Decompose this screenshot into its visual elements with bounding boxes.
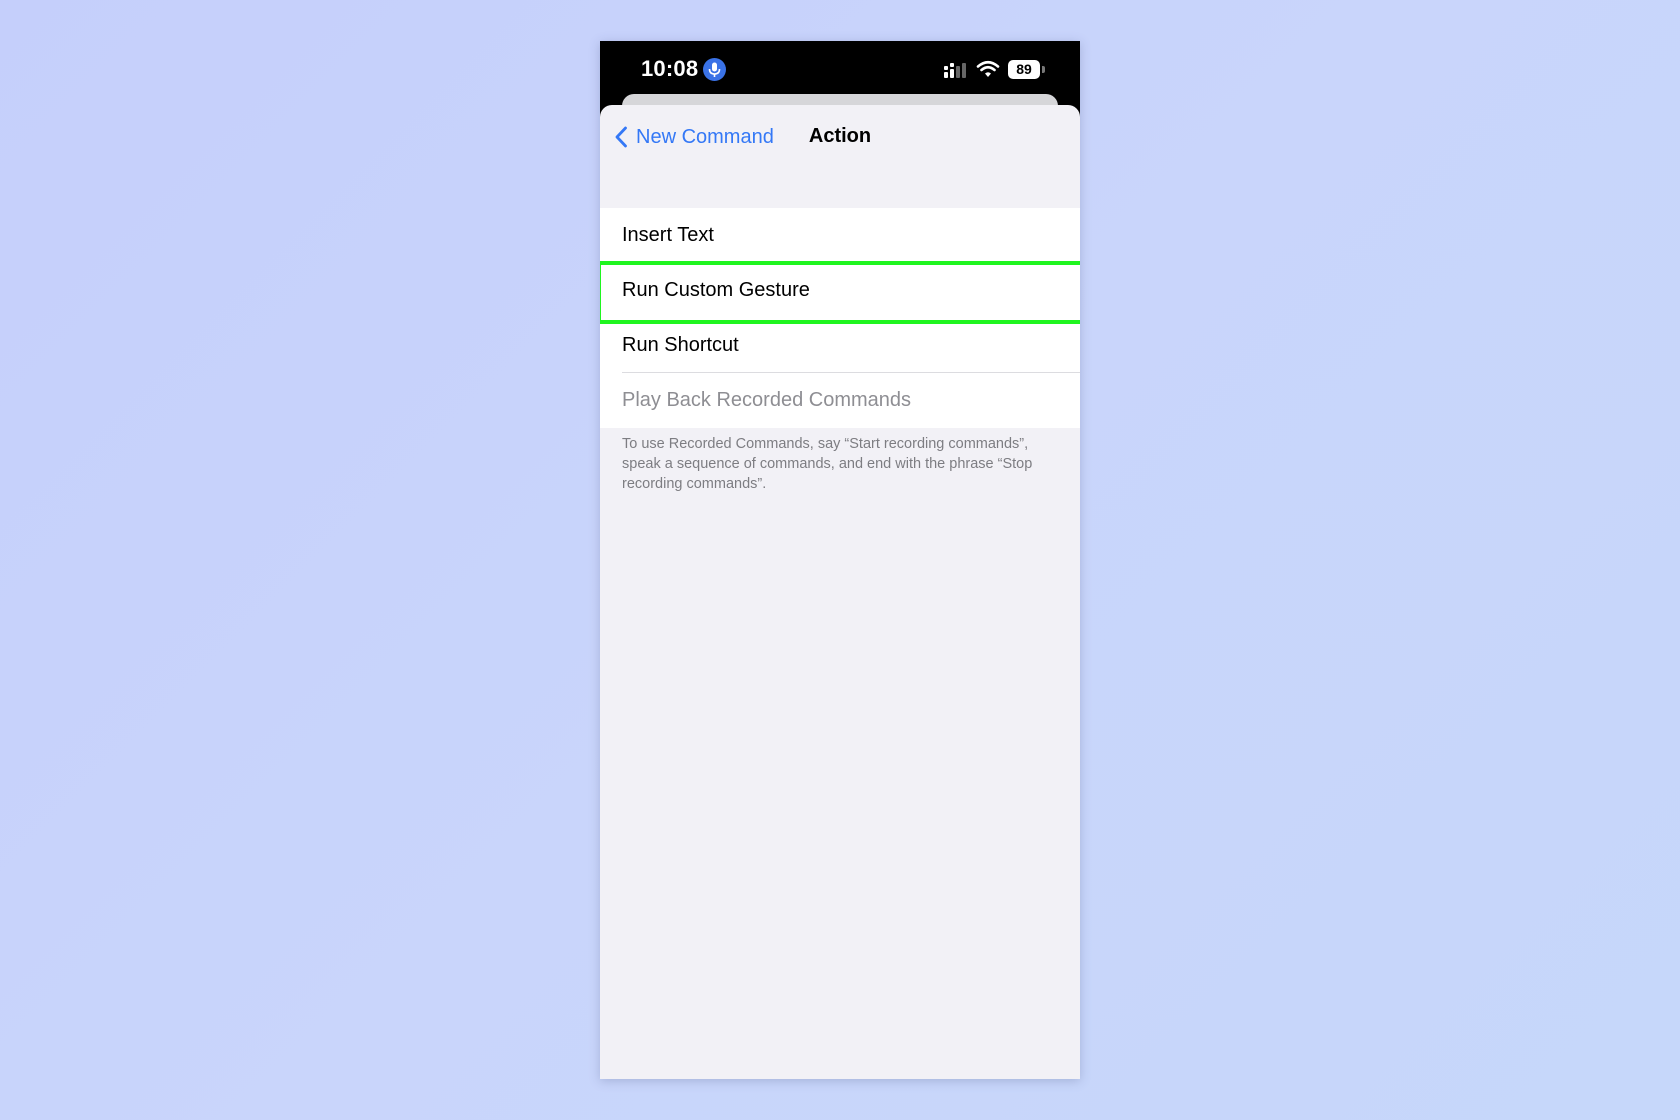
microphone-icon — [703, 58, 726, 81]
recorded-commands-note: To use Recorded Commands, say “Start rec… — [622, 436, 1033, 492]
action-run-shortcut[interactable]: Run Shortcut — [600, 318, 1080, 373]
phone-screen: 10:08 89 New Command Action Insert Text … — [600, 41, 1080, 1079]
action-play-back-recorded-commands: Play Back Recorded Commands — [600, 373, 1080, 428]
action-sheet: New Command Action Insert Text Run Custo… — [600, 105, 1080, 1079]
action-insert-text[interactable]: Insert Text — [600, 208, 1080, 263]
action-run-custom-gesture[interactable]: Run Custom Gesture — [600, 263, 1080, 318]
navigation-bar: New Command Action — [600, 105, 1080, 169]
cellular-signal-icon — [943, 63, 969, 83]
wifi-icon — [976, 60, 1000, 83]
action-list: Insert Text Run Custom Gesture Run Short… — [600, 208, 1080, 428]
battery-tip — [1042, 66, 1045, 73]
battery-icon: 89 — [1008, 60, 1040, 79]
page-title: Action — [808, 125, 872, 147]
status-time: 10:08 — [641, 56, 699, 81]
